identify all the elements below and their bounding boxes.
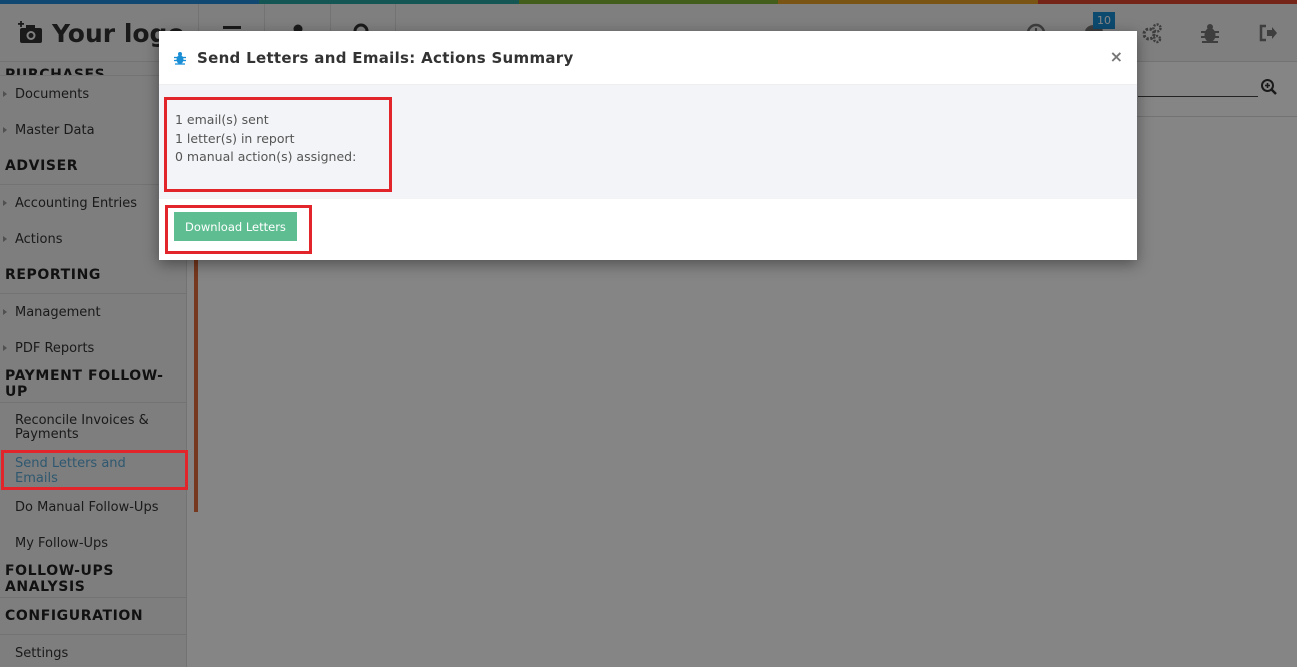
bug-icon [174, 51, 186, 65]
highlight-box [1, 450, 188, 490]
highlight-box [165, 205, 312, 254]
modal-title: Send Letters and Emails: Actions Summary [197, 48, 574, 67]
close-icon[interactable]: × [1110, 47, 1123, 66]
highlight-box [164, 97, 392, 192]
modal-header: Send Letters and Emails: Actions Summary… [159, 31, 1137, 85]
